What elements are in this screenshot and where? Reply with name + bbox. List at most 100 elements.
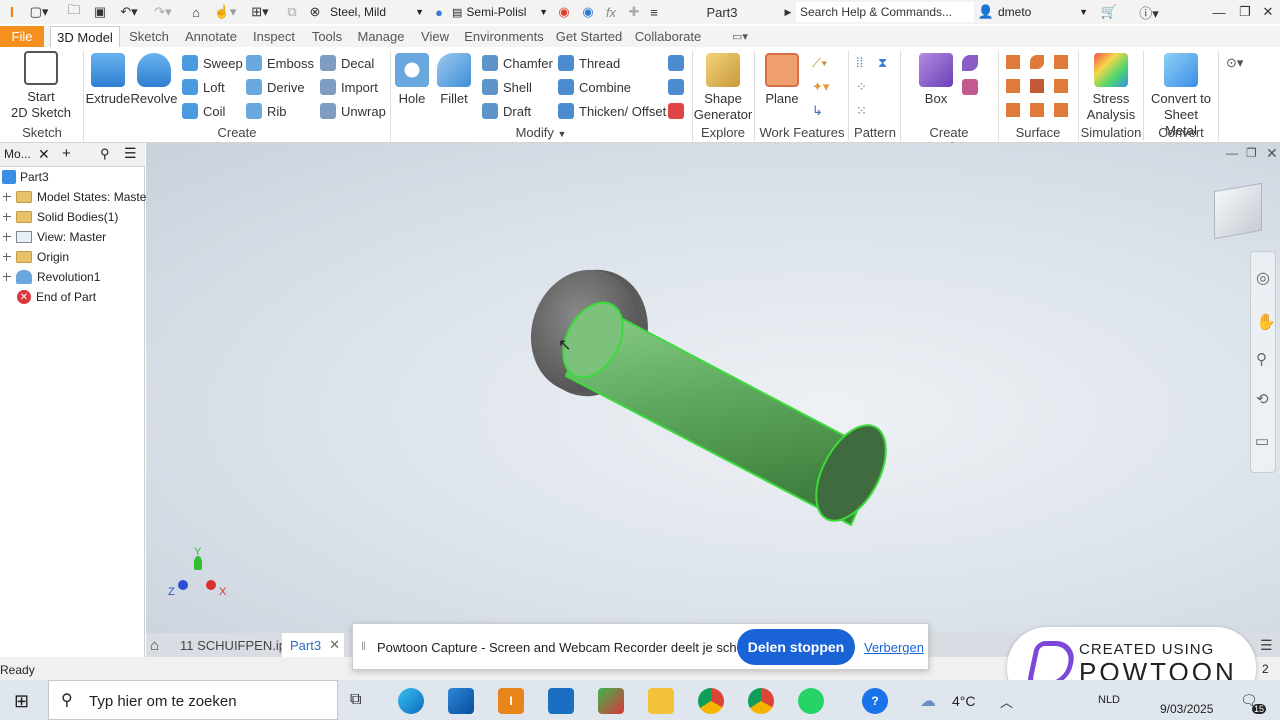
steering-wheel-icon[interactable]: ◎ [1256, 268, 1270, 288]
freeform-face-icon[interactable] [962, 55, 978, 71]
surface-stitch-icon[interactable] [1030, 55, 1044, 69]
unwrap-button[interactable]: Unwrap [320, 103, 386, 119]
surface-delete-icon[interactable] [1030, 79, 1044, 93]
surface-replace-icon[interactable] [1030, 103, 1044, 117]
tab-manage[interactable]: Manage [354, 26, 408, 47]
revolve-button[interactable]: Revolve [131, 53, 177, 107]
expand-icon[interactable] [3, 193, 11, 201]
home-tab-icon[interactable]: ⌂ [150, 633, 170, 657]
surface-sculpt-icon[interactable] [1054, 55, 1068, 69]
undo-icon[interactable]: ↶▾ [114, 2, 144, 22]
decal-button[interactable]: Decal [320, 55, 374, 71]
search-icon[interactable]: ⚲ [100, 146, 110, 162]
tab-environments[interactable]: Environments [462, 26, 546, 47]
close-tab-icon[interactable]: ✕ [329, 637, 340, 653]
restore-icon[interactable]: ❐ [1234, 2, 1256, 22]
axis-icon[interactable]: ⟋▾ [812, 55, 840, 71]
appearance-select[interactable]: ▤ Semi-Polisl ▼ [452, 2, 550, 22]
sweep-button[interactable]: Sweep [182, 55, 243, 71]
loft-button[interactable]: Loft [182, 79, 225, 95]
edge-icon[interactable] [398, 688, 424, 714]
import-button[interactable]: Import [320, 79, 378, 95]
photos-icon[interactable] [598, 688, 624, 714]
extrude-button[interactable]: Extrude [86, 53, 130, 107]
redo-icon[interactable]: ↷▾ [148, 2, 178, 22]
tree-item-model-states[interactable]: Model States: Master [0, 187, 150, 207]
tree-item-part3[interactable]: Part3 [0, 167, 49, 187]
circular-pattern-icon[interactable]: ⁘ [856, 79, 872, 95]
tabs-menu-icon[interactable]: ☰ [1260, 633, 1273, 657]
tree-item-origin[interactable]: Origin [0, 247, 69, 267]
ribbon-options-icon[interactable]: ⊙▾ [1226, 55, 1256, 71]
whatsapp-icon[interactable] [798, 688, 824, 714]
coil-button[interactable]: Coil [182, 103, 225, 119]
update-icon[interactable]: ⊞▾ [246, 2, 274, 22]
split-icon[interactable] [668, 55, 684, 71]
rectangular-pattern-icon[interactable]: ⁞⁞ [856, 55, 872, 71]
plane-button[interactable]: Plane [762, 53, 802, 107]
tab-sketch[interactable]: Sketch [124, 26, 174, 47]
look-at-icon[interactable]: ▭ [1255, 432, 1269, 450]
stress-analysis-button[interactable]: Stress Analysis [1084, 53, 1138, 123]
taskbar-search-box[interactable]: ⚲ Typ hier om te zoeken [48, 680, 338, 720]
home-icon[interactable]: ⌂ [186, 2, 206, 22]
menu-icon[interactable]: ☰ [124, 145, 137, 162]
box-button[interactable]: Box [916, 53, 956, 107]
surface-patch-icon[interactable] [1006, 55, 1020, 69]
shell-button[interactable]: Shell [482, 79, 532, 95]
panel-options-icon[interactable]: ▭▾ [724, 26, 756, 47]
chamfer-button[interactable]: Chamfer [482, 55, 553, 71]
minimize-icon[interactable]: — [1208, 2, 1230, 22]
tab-view[interactable]: View [414, 26, 456, 47]
rib-button[interactable]: Rib [246, 103, 287, 119]
delete-face-icon[interactable] [668, 103, 684, 119]
surface-repair-icon[interactable] [1054, 103, 1068, 117]
expand-icon[interactable] [3, 253, 11, 261]
chrome-profile-icon[interactable] [748, 688, 774, 714]
tab-inspect[interactable]: Inspect [248, 26, 300, 47]
tab-get-started[interactable]: Get Started [552, 26, 626, 47]
zoom-icon[interactable]: ⚲ [1256, 350, 1267, 368]
customize-icon[interactable]: ≡ [646, 2, 662, 22]
help-icon[interactable]: ⓘ▾ [1134, 2, 1164, 22]
browser-tab[interactable]: Mo... [4, 147, 31, 161]
user-menu[interactable]: dmeto ▼ [998, 2, 1092, 22]
language[interactable]: NLD [1098, 694, 1120, 706]
open-file-icon[interactable]: 🗀 [64, 2, 84, 22]
tree-item-view-master[interactable]: View: Master [0, 227, 106, 247]
tree-item-solid-bodies[interactable]: Solid Bodies(1) [0, 207, 118, 227]
sketch-pattern-icon[interactable]: ⁙ [856, 103, 872, 119]
convert-freeform-icon[interactable] [962, 79, 978, 95]
select-icon[interactable]: ☝▾ [210, 2, 240, 22]
store-icon[interactable] [448, 688, 474, 714]
hide-link[interactable]: Verbergen [864, 640, 924, 655]
expand-icon[interactable] [3, 213, 11, 221]
drag-handle-icon[interactable]: ‖ [361, 639, 366, 653]
surface-ruled-icon[interactable] [1006, 103, 1020, 117]
expand-icon[interactable] [3, 273, 11, 281]
tree-item-revolution1[interactable]: Revolution1 [0, 267, 100, 287]
clear-appearance-icon[interactable]: ◉ [554, 2, 574, 22]
derive-button[interactable]: Derive [246, 79, 305, 95]
emboss-button[interactable]: Emboss [246, 55, 314, 71]
tree-item-end-of-part[interactable]: ✕ End of Part [0, 287, 96, 307]
search-input[interactable]: Search Help & Commands... [796, 2, 974, 22]
new-file-icon[interactable]: ▢▾ [28, 2, 50, 22]
cart-icon[interactable]: 🛒 [1098, 2, 1120, 22]
parameters-icon[interactable]: fx [600, 2, 622, 22]
tab-annotate[interactable]: Annotate [180, 26, 242, 47]
orbit-icon[interactable]: ⟲ [1256, 390, 1269, 408]
view-cube[interactable] [1214, 182, 1262, 240]
save-icon[interactable]: ▣ [90, 2, 110, 22]
chevron-right-icon[interactable]: ▶ [782, 2, 794, 22]
combine-button[interactable]: Combine [558, 79, 631, 95]
move-face-icon[interactable] [668, 79, 684, 95]
help-app-icon[interactable]: ? [862, 688, 888, 714]
temperature[interactable]: 4°C [952, 693, 976, 709]
hole-button[interactable]: Hole [394, 53, 430, 107]
doc-tab-schuifpen[interactable]: 11 SCHUIFPEN.ipt [180, 633, 290, 657]
measure-icon[interactable]: ⧉ [282, 2, 302, 22]
tab-file[interactable]: File [0, 26, 44, 47]
material-select[interactable]: Steel, Mild ▼ [330, 2, 426, 22]
group-label-modify[interactable]: Modify ▼ [392, 125, 690, 140]
